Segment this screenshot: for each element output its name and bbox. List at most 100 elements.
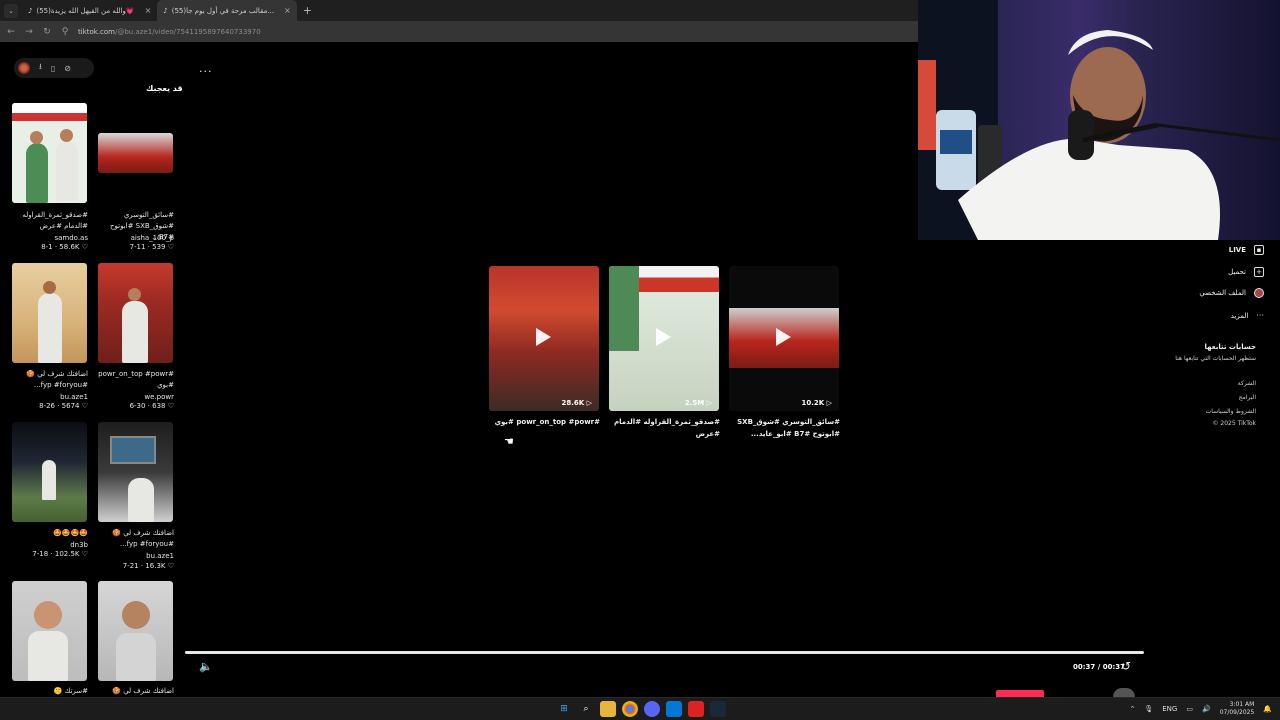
screen: { "browser": { "tabs": [ {"label": "(55)…: [0, 0, 1280, 720]
video-thumbnail[interactable]: [98, 133, 173, 173]
card-stats: 7-21 · 16.3K ♡: [122, 562, 174, 570]
streamer-image: [918, 0, 1280, 240]
browser-tab-1[interactable]: ♪ (55)والله من القيهل الله يزيدة💗 ×: [22, 0, 157, 21]
site-info-icon[interactable]: ⚲: [60, 27, 70, 37]
following-hint: ستظهر الحسابات التي تتابعها هنا: [1175, 355, 1256, 362]
card-caption[interactable]: #سرتك 🤫: [12, 686, 88, 697]
search-icon[interactable]: ⌕: [578, 701, 594, 717]
avatar[interactable]: [18, 62, 30, 74]
card-stats: 8-1 · 58.6K ♡: [41, 243, 88, 251]
card-stats: 8-26 · 5674 ♡: [39, 402, 88, 410]
url-path: /@bu.aze1/video/7541195897640733970: [115, 27, 261, 36]
language-indicator[interactable]: ENG: [1162, 705, 1177, 713]
tiktok-icon: ♪: [163, 6, 168, 15]
more-options-icon[interactable]: ...: [199, 62, 213, 75]
plus-icon: +: [1254, 267, 1264, 277]
section-title: قد يعجبك: [146, 84, 183, 93]
avatar: [1254, 288, 1264, 298]
sidebar-item-live[interactable]: LIVE ▪: [1229, 245, 1264, 255]
browser-tab-2[interactable]: ♪ (55)مقالب مرحة في أول يوم جا... ×: [157, 0, 297, 21]
phone-icon[interactable]: ▯: [51, 64, 55, 73]
cursor-icon: ☚: [504, 435, 514, 448]
system-tray: ⌃ 🎙 ENG ▭ 🔊 3:01 AM 07/09/2025 🔔: [1129, 701, 1272, 717]
new-tab-button[interactable]: +: [303, 4, 312, 17]
tab-label: (55)والله من القيهل الله يزيدة💗: [36, 6, 135, 15]
live-icon: ▪: [1254, 245, 1264, 255]
replay-icon[interactable]: ↺: [1121, 659, 1131, 673]
windows-start-icon[interactable]: ⊞: [556, 701, 572, 717]
video-action-bar: ⭳ ▯ ⊘: [14, 58, 94, 78]
chevron-up-icon[interactable]: ⌃: [1129, 705, 1135, 713]
reload-icon[interactable]: ↻: [42, 27, 52, 37]
close-icon[interactable]: ×: [284, 6, 291, 15]
sidebar-item-label: LIVE: [1228, 246, 1246, 254]
sidebar-item-upload[interactable]: تحميل +: [1228, 267, 1264, 277]
outlook-icon[interactable]: [666, 701, 682, 717]
sidebar-item-label: المزيد: [1230, 311, 1249, 320]
related-video-card[interactable]: 10.2K ▷: [729, 266, 839, 411]
footer-link[interactable]: الشركة: [1238, 380, 1256, 387]
video-thumbnail[interactable]: [98, 263, 173, 363]
play-icon: [656, 328, 671, 346]
related-video-card[interactable]: 2.5M ▷: [609, 266, 719, 411]
os-taskbar: ⊞ ⌕ ⌃ 🎙 ENG ▭ 🔊 3:01 AM 07/09/2025 🔔: [0, 697, 1280, 720]
video-thumbnail[interactable]: [98, 422, 173, 522]
app-icon[interactable]: [688, 701, 704, 717]
sidebar-item-more[interactable]: المزيد ···: [1231, 311, 1264, 320]
footer-link[interactable]: الشروط والسياسات: [1206, 408, 1256, 415]
download-icon[interactable]: ⭳: [39, 61, 42, 75]
video-progress-bar[interactable]: [185, 651, 1144, 654]
back-icon[interactable]: ←: [6, 27, 16, 37]
webcam-overlay: [918, 0, 1280, 240]
card-author[interactable]: bu.aze1: [98, 551, 174, 561]
sidebar-item-label: تحميل: [1228, 268, 1246, 276]
card-caption[interactable]: 🤩🤩🤩🤩: [12, 528, 88, 539]
video-thumbnail[interactable]: [12, 103, 87, 203]
video-caption[interactable]: #صدقو_ثمرة_القراوله #الدمام #عرض: [608, 416, 720, 440]
tab-list-icon[interactable]: ⌄: [4, 3, 18, 18]
steam-icon[interactable]: [710, 701, 726, 717]
card-stats: 7-11 · 539 ♡: [129, 243, 174, 251]
play-icon: [776, 328, 791, 346]
clock[interactable]: 3:01 AM 07/09/2025: [1220, 701, 1255, 717]
network-icon[interactable]: ▭: [1186, 705, 1193, 713]
tiktok-icon: ♪: [28, 6, 33, 15]
video-caption[interactable]: #powr_on_top #powr #بوي: [488, 416, 600, 428]
avatar[interactable]: [1113, 688, 1135, 697]
url-field[interactable]: tiktok.com/@bu.aze1/video/75411958976407…: [78, 28, 261, 36]
clock-date: 07/09/2025: [1219, 709, 1255, 716]
card-caption[interactable]: #powr_on_top #powr #بوي: [98, 369, 174, 391]
sidebar-item-label: الملف الشخصي: [1199, 289, 1246, 297]
view-count: 10.2K ▷: [801, 399, 832, 407]
view-count: 28.6K ▷: [561, 399, 592, 407]
more-dots-icon: ···: [1256, 311, 1264, 320]
card-caption[interactable]: اضافتك شرف لي 🍪 #fyp #foryou...: [12, 369, 88, 391]
video-thumbnail[interactable]: [12, 581, 87, 681]
close-icon[interactable]: ×: [145, 6, 152, 15]
volume-icon[interactable]: 🔈: [199, 660, 213, 673]
block-icon[interactable]: ⊘: [64, 64, 71, 73]
follow-button[interactable]: [996, 690, 1044, 697]
card-caption[interactable]: #صدقو_ثمرة_القراوله #الدمام #عرض: [12, 210, 88, 232]
video-thumbnail[interactable]: [12, 422, 87, 522]
view-count: 2.5M ▷: [684, 399, 712, 407]
forward-icon[interactable]: →: [24, 27, 34, 37]
card-stats: 6-30 · 638 ♡: [129, 402, 174, 410]
footer-link[interactable]: البرامج: [1239, 394, 1256, 401]
sidebar-item-profile[interactable]: الملف الشخصي: [1199, 288, 1264, 298]
related-video-card[interactable]: 28.6K ▷: [489, 266, 599, 411]
chrome-icon[interactable]: [622, 701, 638, 717]
url-host: tiktok.com: [78, 27, 115, 36]
microphone-icon[interactable]: 🎙: [1144, 705, 1153, 713]
volume-icon[interactable]: 🔊: [1202, 705, 1211, 713]
card-caption[interactable]: اضافتك شرف لي 🍪 #fyp #foryou...: [98, 528, 174, 550]
video-caption[interactable]: #سائق_التوسري #شوق_SXB #ابوتوح #B7 #ابو_…: [728, 416, 840, 440]
tab-label: (55)مقالب مرحة في أول يوم جا...: [171, 6, 275, 15]
discord-icon[interactable]: [644, 701, 660, 717]
video-thumbnail[interactable]: [98, 581, 173, 681]
card-stats: 7-18 · 102.5K ♡: [32, 550, 88, 558]
notification-icon[interactable]: 🔔: [1263, 705, 1272, 713]
video-thumbnail[interactable]: [12, 263, 87, 363]
following-title: حسابات تتابعها: [1204, 343, 1256, 351]
folder-icon[interactable]: [600, 701, 616, 717]
